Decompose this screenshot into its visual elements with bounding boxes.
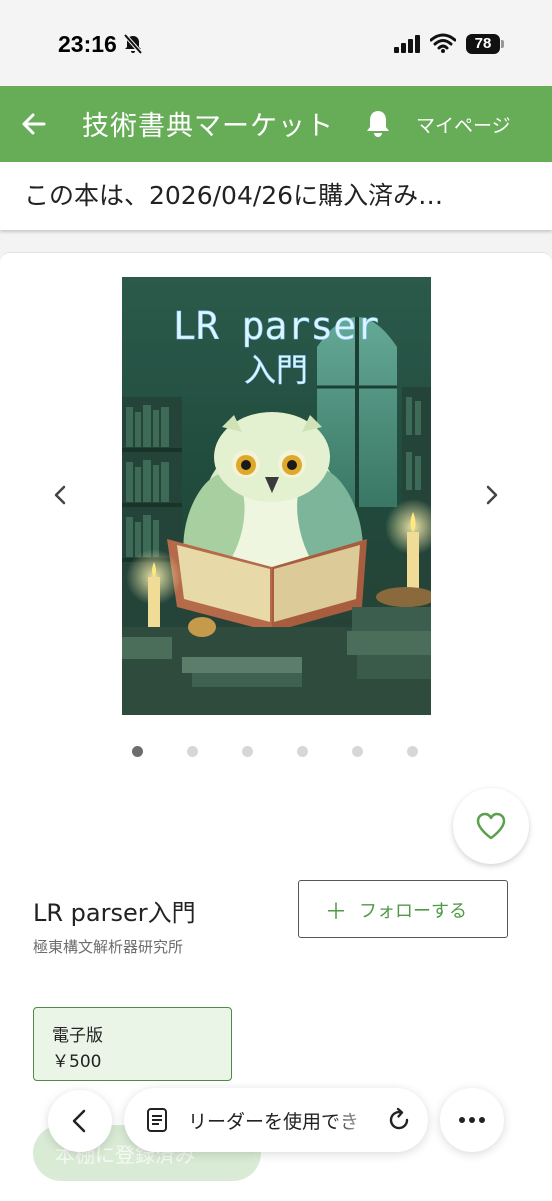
plus-icon: ＋ bbox=[325, 900, 348, 925]
chevron-left-icon[interactable] bbox=[50, 483, 70, 511]
back-icon bbox=[72, 1109, 86, 1133]
carousel-dot-1[interactable] bbox=[132, 746, 143, 757]
book-detail-card: LR parser 入門 LR parser入門 極東構文解析器研究所 ＋ フォ… bbox=[0, 252, 552, 1201]
bell-off-icon bbox=[122, 33, 144, 59]
browser-back-button[interactable] bbox=[48, 1090, 112, 1152]
app-bar: 技術書典マーケット マイページ bbox=[0, 86, 552, 162]
more-icon bbox=[459, 1117, 485, 1123]
edition-name: 電子版 bbox=[52, 1026, 103, 1046]
carousel-dot-4[interactable] bbox=[297, 746, 308, 757]
reload-icon[interactable] bbox=[386, 1107, 412, 1137]
app-title: 技術書典マーケット bbox=[82, 111, 334, 142]
bell-icon[interactable] bbox=[365, 109, 391, 141]
heart-icon bbox=[476, 812, 506, 840]
book-publisher[interactable]: 極東構文解析器研究所 bbox=[33, 936, 183, 957]
follow-label: フォローする bbox=[359, 901, 467, 922]
cover-title-line2: 入門 bbox=[244, 351, 308, 389]
book-title: LR parser入門 bbox=[33, 899, 196, 927]
reader-text-fade bbox=[334, 1098, 374, 1142]
document-icon bbox=[146, 1107, 168, 1137]
favorite-button[interactable] bbox=[453, 788, 529, 864]
back-arrow-icon[interactable] bbox=[20, 110, 48, 142]
carousel-dots bbox=[132, 746, 422, 758]
edition-price: ￥500 bbox=[52, 1052, 102, 1072]
cover-title-line1: LR parser bbox=[173, 304, 379, 348]
carousel-dot-6[interactable] bbox=[407, 746, 418, 757]
follow-button[interactable]: ＋ フォローする bbox=[298, 880, 508, 938]
wifi-icon bbox=[429, 33, 457, 57]
edition-option-ebook[interactable]: 電子版 ￥500 bbox=[33, 1007, 232, 1081]
reader-mode-bar[interactable]: リーダーを使用でき bbox=[124, 1088, 428, 1152]
mypage-link[interactable]: マイページ bbox=[416, 111, 511, 138]
signal-icon bbox=[394, 35, 422, 57]
purchase-banner: この本は、2026/04/26に購入済み… bbox=[0, 162, 552, 230]
status-bar: 23:16 78 bbox=[0, 0, 552, 86]
browser-more-button[interactable] bbox=[440, 1088, 504, 1152]
carousel-dot-5[interactable] bbox=[352, 746, 363, 757]
book-cover-image[interactable]: LR parser 入門 bbox=[122, 277, 431, 715]
status-time: 23:16 bbox=[58, 31, 117, 57]
purchase-notice: この本は、2026/04/26に購入済み… bbox=[24, 181, 444, 210]
carousel-dot-3[interactable] bbox=[242, 746, 253, 757]
battery-icon: 78 bbox=[466, 34, 500, 54]
chevron-right-icon[interactable] bbox=[482, 483, 502, 511]
carousel-dot-2[interactable] bbox=[187, 746, 198, 757]
battery-cap bbox=[501, 40, 504, 48]
